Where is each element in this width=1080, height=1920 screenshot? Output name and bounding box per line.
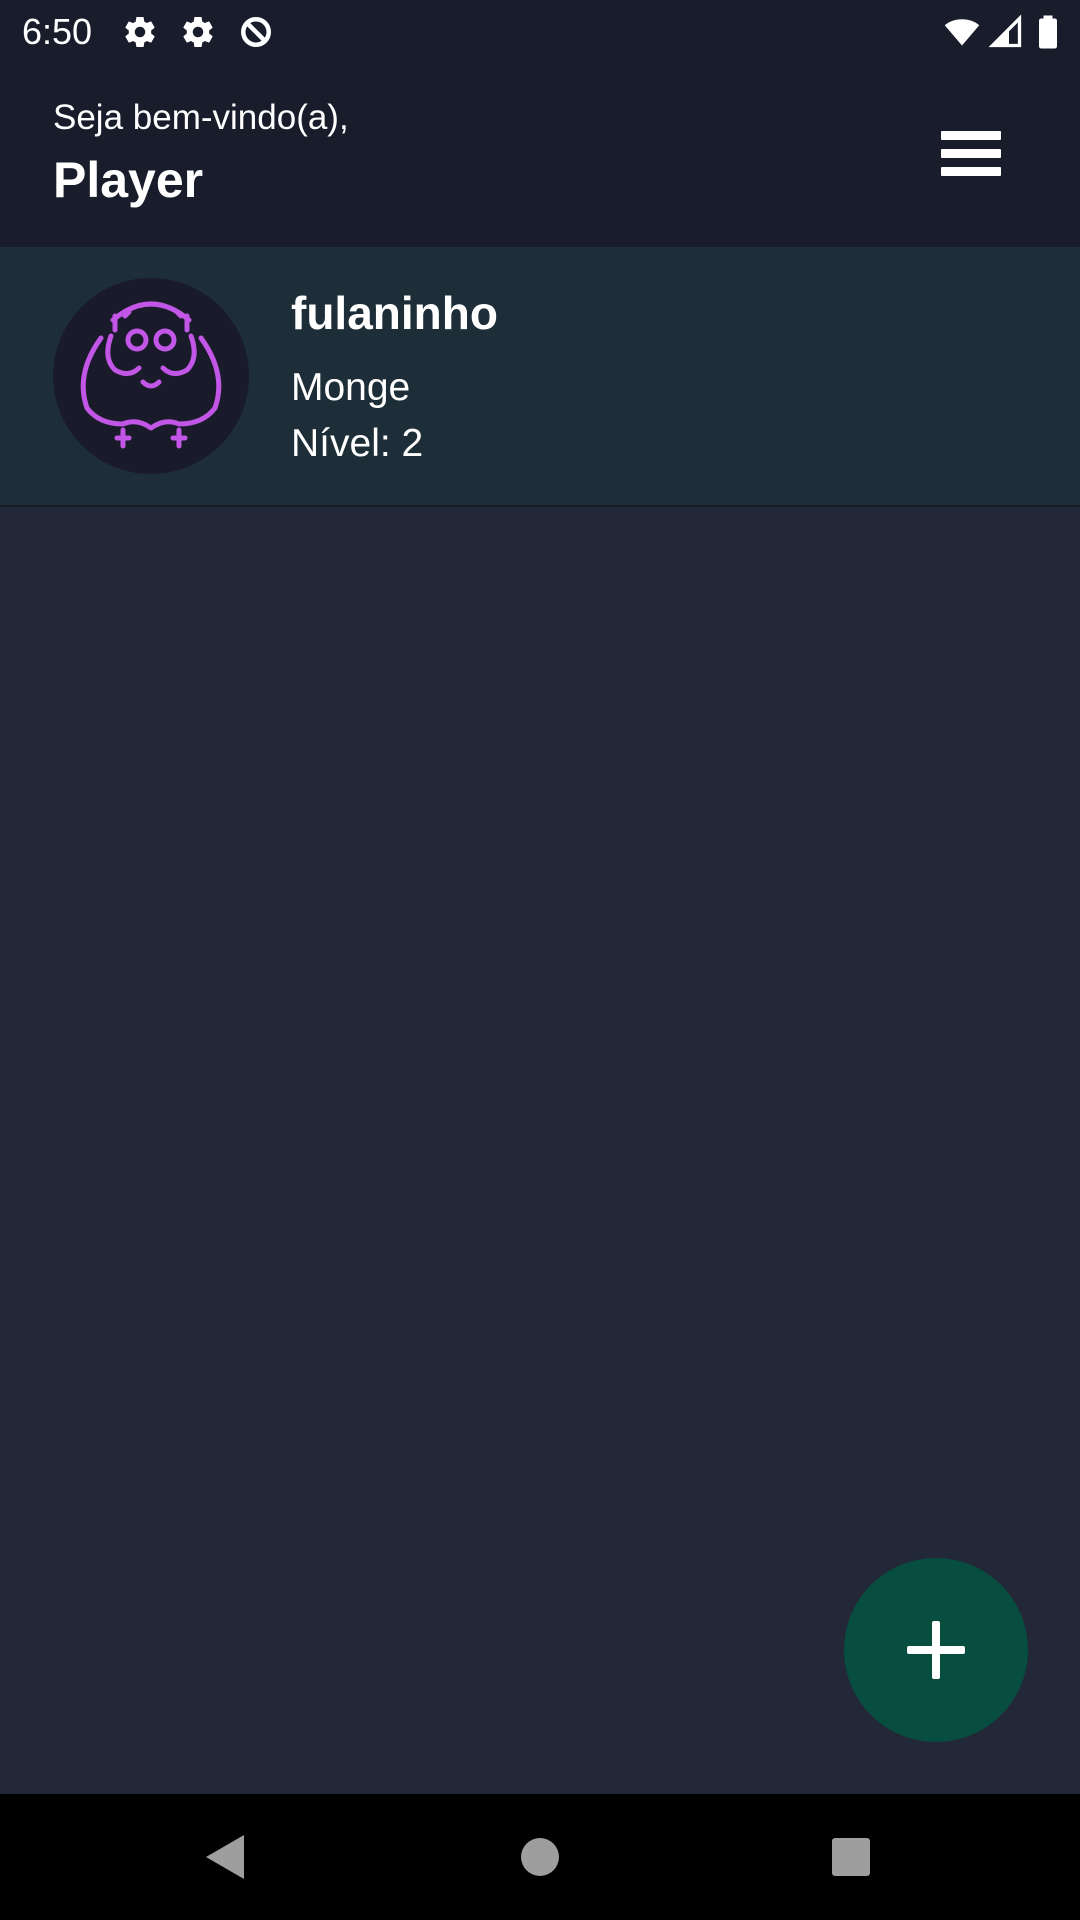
add-character-button[interactable] (844, 1558, 1028, 1742)
settings-icon (122, 14, 158, 50)
battery-icon (1030, 14, 1066, 50)
wifi-icon (944, 14, 980, 50)
status-bar: 6:50 (0, 0, 1080, 64)
monk-class-icon (80, 301, 222, 449)
home-button[interactable] (505, 1822, 575, 1892)
data-saver-icon (238, 14, 274, 50)
home-icon (521, 1838, 559, 1876)
greeting-text: Seja bem-vindo(a), (53, 98, 349, 137)
hamburger-menu-icon (941, 131, 1001, 176)
status-time: 6:50 (22, 11, 93, 52)
app-header: Seja bem-vindo(a), Player (0, 64, 1080, 247)
character-avatar (53, 278, 249, 474)
menu-button[interactable] (932, 116, 1010, 194)
player-name: Player (53, 152, 204, 208)
character-name: fulaninho (291, 287, 498, 339)
plus-icon (907, 1621, 965, 1679)
cell-signal-icon (988, 14, 1024, 50)
recents-icon (832, 1838, 870, 1876)
back-icon (206, 1835, 244, 1879)
recents-button[interactable] (816, 1822, 886, 1892)
system-nav-bar (0, 1794, 1080, 1920)
app-screen: 6:50 Seja bem-vindo(a), Player fulaninho… (0, 0, 1080, 1920)
character-level: Nível: 2 (291, 422, 424, 465)
settings-icon (180, 14, 216, 50)
back-button[interactable] (190, 1822, 260, 1892)
character-class: Monge (291, 366, 411, 409)
character-card[interactable]: fulaninho Monge Nível: 2 (0, 247, 1080, 507)
